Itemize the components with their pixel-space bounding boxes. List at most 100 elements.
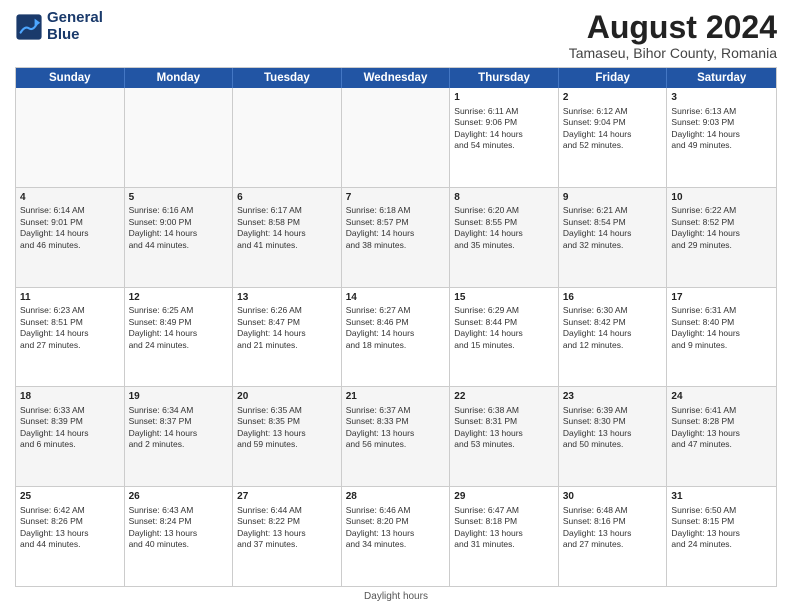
logo: General Blue xyxy=(15,10,103,43)
calendar-row: 1Sunrise: 6:11 AMSunset: 9:06 PMDaylight… xyxy=(16,88,776,187)
day-cell: 3Sunrise: 6:13 AMSunset: 9:03 PMDaylight… xyxy=(667,88,776,187)
day-cell: 21Sunrise: 6:37 AMSunset: 8:33 PMDayligh… xyxy=(342,387,451,486)
day-info-line: and 18 minutes. xyxy=(346,340,446,351)
day-info-line: Sunset: 8:26 PM xyxy=(20,516,120,527)
day-cell: 23Sunrise: 6:39 AMSunset: 8:30 PMDayligh… xyxy=(559,387,668,486)
day-cell xyxy=(233,88,342,187)
day-info-line: and 46 minutes. xyxy=(20,240,120,251)
day-info-line: Sunset: 9:04 PM xyxy=(563,117,663,128)
calendar-row: 11Sunrise: 6:23 AMSunset: 8:51 PMDayligh… xyxy=(16,287,776,387)
day-info-line: Sunrise: 6:38 AM xyxy=(454,405,554,416)
day-info-line: Sunrise: 6:41 AM xyxy=(671,405,772,416)
day-info-line: and 12 minutes. xyxy=(563,340,663,351)
day-info-line: Daylight: 13 hours xyxy=(671,528,772,539)
logo-icon xyxy=(15,13,43,41)
day-info-line: Daylight: 14 hours xyxy=(20,228,120,239)
day-cell: 15Sunrise: 6:29 AMSunset: 8:44 PMDayligh… xyxy=(450,288,559,387)
day-cell: 22Sunrise: 6:38 AMSunset: 8:31 PMDayligh… xyxy=(450,387,559,486)
day-number: 24 xyxy=(671,390,772,404)
day-info-line: Daylight: 14 hours xyxy=(454,228,554,239)
day-info-line: and 41 minutes. xyxy=(237,240,337,251)
day-info-line: Daylight: 14 hours xyxy=(671,328,772,339)
day-info-line: Sunrise: 6:43 AM xyxy=(129,505,229,516)
day-info-line: Daylight: 14 hours xyxy=(237,228,337,239)
day-info-line: and 52 minutes. xyxy=(563,140,663,151)
day-cell: 9Sunrise: 6:21 AMSunset: 8:54 PMDaylight… xyxy=(559,188,668,287)
day-number: 17 xyxy=(671,291,772,305)
day-number: 22 xyxy=(454,390,554,404)
day-header-wednesday: Wednesday xyxy=(342,68,451,88)
day-header-thursday: Thursday xyxy=(450,68,559,88)
day-info-line: Daylight: 13 hours xyxy=(563,528,663,539)
day-cell: 29Sunrise: 6:47 AMSunset: 8:18 PMDayligh… xyxy=(450,487,559,586)
day-number: 25 xyxy=(20,490,120,504)
day-info-line: Daylight: 13 hours xyxy=(346,428,446,439)
day-cell: 16Sunrise: 6:30 AMSunset: 8:42 PMDayligh… xyxy=(559,288,668,387)
day-info-line: Sunrise: 6:12 AM xyxy=(563,106,663,117)
day-info-line: Sunrise: 6:26 AM xyxy=(237,305,337,316)
day-info-line: Daylight: 14 hours xyxy=(237,328,337,339)
day-number: 18 xyxy=(20,390,120,404)
day-info-line: Sunrise: 6:33 AM xyxy=(20,405,120,416)
day-info-line: Sunset: 8:28 PM xyxy=(671,416,772,427)
day-info-line: Daylight: 13 hours xyxy=(237,428,337,439)
day-info-line: Sunset: 8:35 PM xyxy=(237,416,337,427)
day-info-line: Sunset: 8:15 PM xyxy=(671,516,772,527)
day-info-line: Sunset: 8:16 PM xyxy=(563,516,663,527)
calendar-body: 1Sunrise: 6:11 AMSunset: 9:06 PMDaylight… xyxy=(16,88,776,586)
day-info-line: Sunrise: 6:17 AM xyxy=(237,205,337,216)
day-info-line: Sunset: 8:33 PM xyxy=(346,416,446,427)
day-cell: 4Sunrise: 6:14 AMSunset: 9:01 PMDaylight… xyxy=(16,188,125,287)
day-info-line: Daylight: 13 hours xyxy=(346,528,446,539)
day-info-line: Sunrise: 6:27 AM xyxy=(346,305,446,316)
day-cell: 30Sunrise: 6:48 AMSunset: 8:16 PMDayligh… xyxy=(559,487,668,586)
day-cell: 1Sunrise: 6:11 AMSunset: 9:06 PMDaylight… xyxy=(450,88,559,187)
day-info-line: Daylight: 14 hours xyxy=(20,428,120,439)
logo-text: General Blue xyxy=(47,10,103,43)
day-headers: SundayMondayTuesdayWednesdayThursdayFrid… xyxy=(16,68,776,88)
day-number: 10 xyxy=(671,191,772,205)
day-cell: 18Sunrise: 6:33 AMSunset: 8:39 PMDayligh… xyxy=(16,387,125,486)
day-header-tuesday: Tuesday xyxy=(233,68,342,88)
day-info-line: Sunrise: 6:39 AM xyxy=(563,405,663,416)
day-number: 19 xyxy=(129,390,229,404)
day-cell xyxy=(342,88,451,187)
day-number: 8 xyxy=(454,191,554,205)
day-info-line: and 24 minutes. xyxy=(129,340,229,351)
day-info-line: Daylight: 13 hours xyxy=(454,528,554,539)
day-cell: 13Sunrise: 6:26 AMSunset: 8:47 PMDayligh… xyxy=(233,288,342,387)
day-info-line: Daylight: 14 hours xyxy=(129,328,229,339)
day-info-line: Sunset: 8:39 PM xyxy=(20,416,120,427)
day-info-line: Daylight: 14 hours xyxy=(563,129,663,140)
day-number: 14 xyxy=(346,291,446,305)
day-info-line: Daylight: 14 hours xyxy=(671,129,772,140)
day-info-line: Daylight: 13 hours xyxy=(671,428,772,439)
day-info-line: Daylight: 14 hours xyxy=(346,328,446,339)
footer-note: Daylight hours xyxy=(15,591,777,602)
day-number: 11 xyxy=(20,291,120,305)
day-info-line: Daylight: 13 hours xyxy=(454,428,554,439)
day-info-line: Sunrise: 6:13 AM xyxy=(671,106,772,117)
day-number: 20 xyxy=(237,390,337,404)
day-info-line: Sunset: 8:18 PM xyxy=(454,516,554,527)
day-number: 1 xyxy=(454,91,554,105)
day-info-line: Sunset: 8:20 PM xyxy=(346,516,446,527)
day-info-line: Sunrise: 6:31 AM xyxy=(671,305,772,316)
day-info-line: and 15 minutes. xyxy=(454,340,554,351)
day-cell: 27Sunrise: 6:44 AMSunset: 8:22 PMDayligh… xyxy=(233,487,342,586)
day-info-line: and 34 minutes. xyxy=(346,539,446,550)
day-info-line: Sunrise: 6:44 AM xyxy=(237,505,337,516)
day-info-line: Sunset: 9:03 PM xyxy=(671,117,772,128)
day-info-line: Sunrise: 6:48 AM xyxy=(563,505,663,516)
month-title: August 2024 xyxy=(569,10,777,45)
day-info-line: Sunrise: 6:11 AM xyxy=(454,106,554,117)
day-info-line: and 38 minutes. xyxy=(346,240,446,251)
day-cell: 10Sunrise: 6:22 AMSunset: 8:52 PMDayligh… xyxy=(667,188,776,287)
day-info-line: and 35 minutes. xyxy=(454,240,554,251)
day-info-line: Daylight: 13 hours xyxy=(237,528,337,539)
day-info-line: and 44 minutes. xyxy=(20,539,120,550)
day-cell: 31Sunrise: 6:50 AMSunset: 8:15 PMDayligh… xyxy=(667,487,776,586)
day-info-line: Sunset: 8:37 PM xyxy=(129,416,229,427)
day-cell: 6Sunrise: 6:17 AMSunset: 8:58 PMDaylight… xyxy=(233,188,342,287)
day-info-line: and 37 minutes. xyxy=(237,539,337,550)
